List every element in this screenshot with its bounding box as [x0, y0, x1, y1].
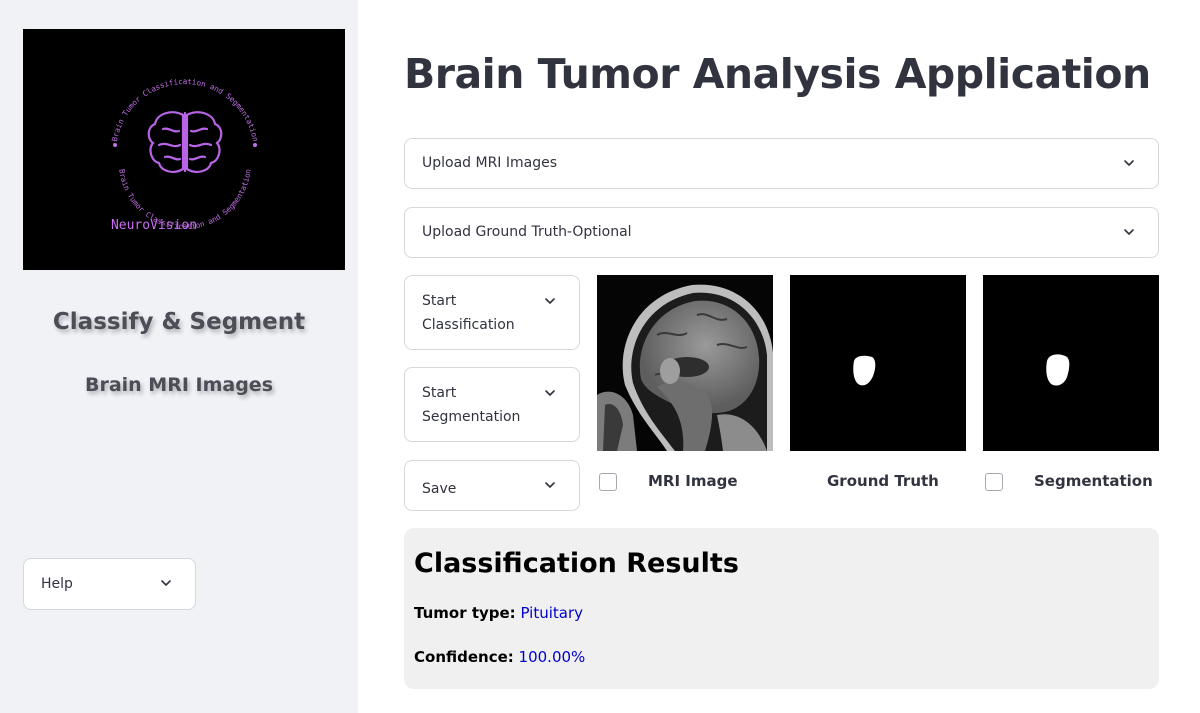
chevron-down-icon	[1122, 156, 1136, 170]
upload-mri-label: Upload MRI Images	[422, 155, 558, 171]
sidebar-title: Classify & Segment	[52, 309, 306, 335]
sidebar-subtitle: Brain MRI Images	[84, 374, 274, 396]
start-segmentation-label: Start Segmentation	[422, 385, 521, 425]
chevron-down-icon	[543, 294, 557, 308]
save-expander[interactable]: Save	[404, 460, 580, 511]
confidence-row: Confidence: 100.00%	[414, 648, 585, 666]
segmentation-checkbox[interactable]	[985, 473, 1003, 491]
upload-ground-truth-expander[interactable]: Upload Ground Truth-Optional	[404, 207, 1159, 258]
confidence-value: 100.00%	[518, 648, 586, 666]
help-label: Help	[41, 576, 73, 592]
sidebar: Brain Tumor Classification and Segmentat…	[0, 0, 358, 713]
results-heading: Classification Results	[414, 548, 739, 579]
chevron-down-icon	[159, 576, 173, 590]
help-expander[interactable]: Help	[23, 558, 196, 610]
tumor-type-label: Tumor type:	[414, 604, 516, 622]
segmentation-caption: Segmentation	[1034, 472, 1153, 490]
chevron-down-icon	[543, 386, 557, 400]
mri-image-caption: MRI Image	[648, 472, 738, 490]
start-segmentation-expander[interactable]: Start Segmentation	[404, 367, 580, 442]
classification-results-panel: Classification Results Tumor type: Pitui…	[404, 528, 1159, 689]
upload-mri-expander[interactable]: Upload MRI Images	[404, 138, 1159, 189]
page-title: Brain Tumor Analysis Application	[404, 50, 1151, 98]
save-label: Save	[422, 481, 457, 497]
tumor-type-value: Pituitary	[520, 604, 584, 622]
start-classification-expander[interactable]: Start Classification	[404, 275, 580, 350]
brain-logo-graphic: Brain Tumor Classification and Segmentat…	[110, 77, 260, 233]
mri-image-checkbox[interactable]	[599, 473, 617, 491]
app-logo: Brain Tumor Classification and Segmentat…	[23, 29, 345, 270]
chevron-down-icon	[1122, 225, 1136, 239]
ground-truth-image	[790, 275, 966, 451]
tumor-type-row: Tumor type: Pituitary	[414, 604, 583, 622]
confidence-label: Confidence:	[414, 648, 514, 666]
ground-truth-caption: Ground Truth	[827, 472, 939, 490]
chevron-down-icon	[543, 478, 557, 492]
brain-icon	[147, 111, 223, 173]
upload-ground-truth-label: Upload Ground Truth-Optional	[422, 224, 632, 240]
brand-name: NeuroVision	[111, 218, 197, 233]
segmentation-image	[983, 275, 1159, 451]
mri-image	[597, 275, 773, 451]
start-classification-label: Start Classification	[422, 293, 515, 333]
